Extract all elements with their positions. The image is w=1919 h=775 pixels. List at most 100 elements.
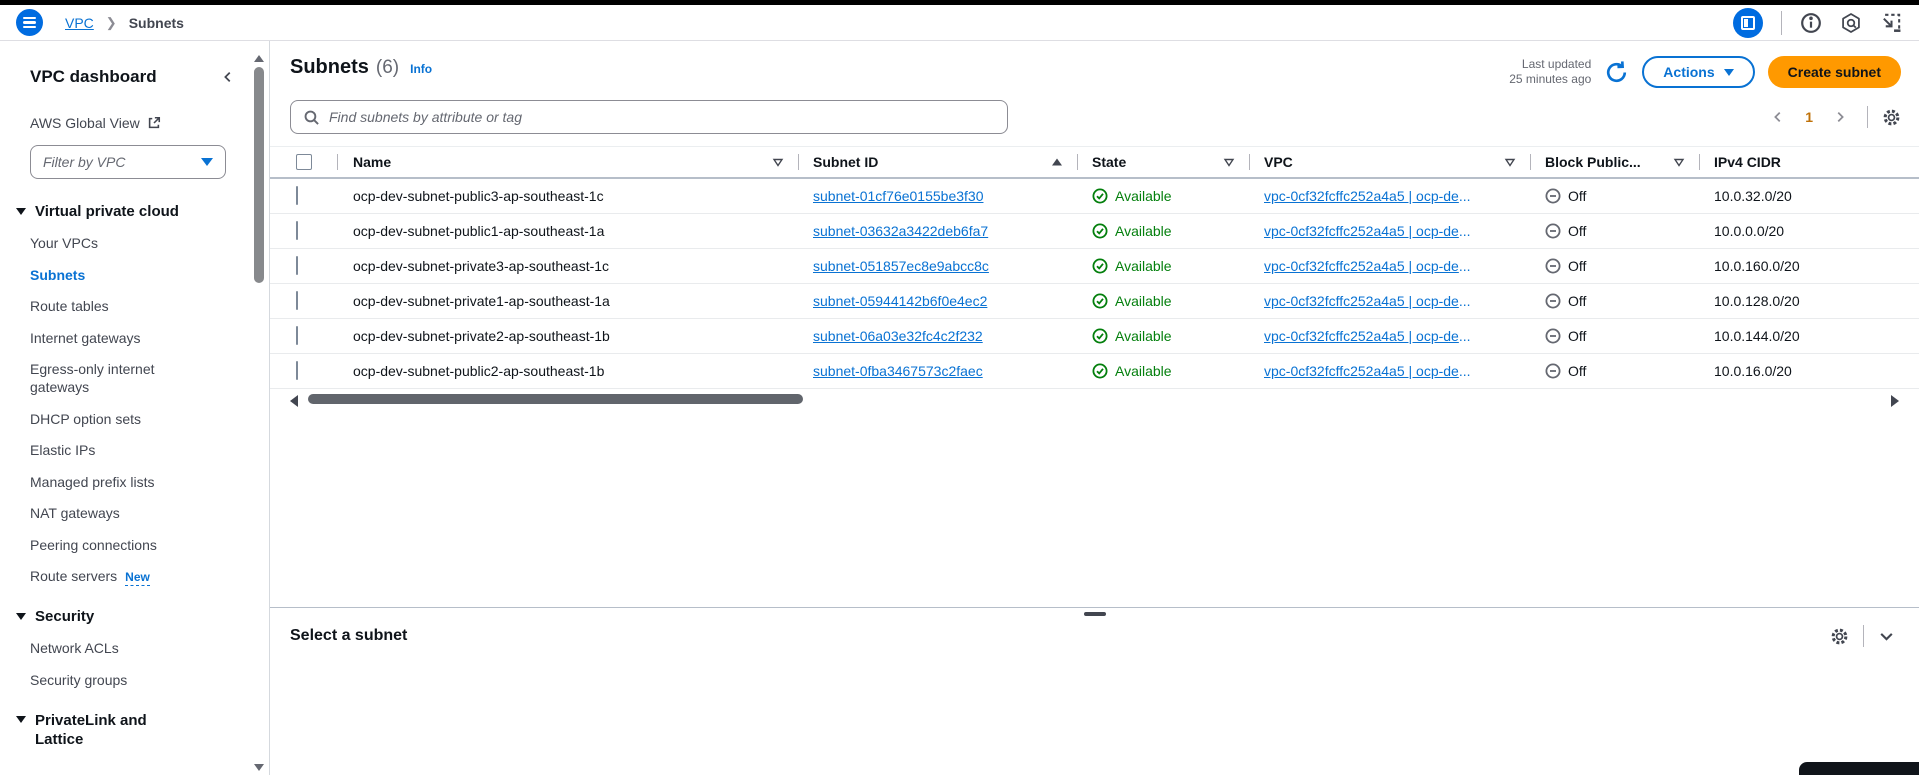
available-status-icon — [1092, 293, 1108, 309]
sidebar-item-managed-prefix-lists[interactable]: Managed prefix lists — [30, 473, 190, 491]
table-row: ocp-dev-subnet-public1-ap-southeast-1a s… — [270, 214, 1919, 249]
section-privatelink-and-lattice[interactable]: PrivateLink and Lattice — [16, 711, 235, 749]
ipv4-cidr: 10.0.128.0/20 — [1714, 293, 1800, 309]
breadcrumb-vpc-link[interactable]: VPC — [65, 15, 94, 31]
services-menu-button[interactable] — [16, 9, 43, 36]
subnet-id-link[interactable]: subnet-051857ec8e9abcc8c — [813, 258, 989, 274]
create-subnet-button[interactable]: Create subnet — [1767, 56, 1901, 88]
info-icon — [1801, 12, 1821, 33]
column-header-name[interactable]: Name — [338, 147, 798, 177]
sidebar-scrollbar[interactable] — [253, 49, 265, 773]
cloudshell-button[interactable] — [1880, 11, 1903, 34]
sidebar-collapse-icon[interactable] — [221, 70, 235, 84]
sidebar-title: VPC dashboard — [30, 67, 157, 86]
split-panel-preferences-button[interactable] — [1830, 627, 1849, 646]
subnets-table: Name Subnet ID State VPC Block Public... — [270, 146, 1919, 409]
vpc-nav-list: Your VPCs Subnets Route tables Internet … — [30, 234, 235, 586]
row-checkbox[interactable] — [296, 256, 298, 275]
block-public-text: Off — [1568, 328, 1587, 344]
sidebar-item-network-acls[interactable]: Network ACLs — [30, 639, 190, 657]
subnet-id-link[interactable]: subnet-05944142b6f0e4ec2 — [813, 293, 987, 309]
split-panel-drag-handle[interactable] — [1083, 612, 1106, 616]
split-panel: Select a subnet — [270, 607, 1919, 775]
row-checkbox[interactable] — [296, 221, 298, 240]
amazon-q-button[interactable] — [1840, 12, 1862, 34]
vpc-link[interactable]: vpc-0cf32fcffc252a4a5 | ocp-de — [1264, 363, 1459, 379]
aws-global-view-link[interactable]: AWS Global View — [30, 115, 235, 131]
security-nav-list: Network ACLs Security groups — [30, 639, 235, 689]
state-text: Available — [1115, 188, 1172, 204]
subnet-name: ocp-dev-subnet-public1-ap-southeast-1a — [353, 223, 605, 239]
split-panel-divider — [1863, 625, 1864, 647]
breadcrumb-chevron-icon: ❯ — [105, 14, 117, 30]
column-header-block-public[interactable]: Block Public... — [1530, 147, 1699, 177]
section-virtual-private-cloud[interactable]: Virtual private cloud — [16, 203, 235, 220]
current-page[interactable]: 1 — [1797, 109, 1821, 125]
filter-by-vpc-select[interactable]: Filter by VPC — [30, 145, 226, 179]
sidebar-scrollbar-thumb[interactable] — [254, 67, 264, 283]
select-all-checkbox[interactable] — [296, 154, 312, 170]
off-status-icon — [1545, 258, 1561, 274]
section-security[interactable]: Security — [16, 608, 235, 625]
vpc-link[interactable]: vpc-0cf32fcffc252a4a5 | ocp-de — [1264, 188, 1459, 204]
truncation-ellipsis: ... — [1458, 328, 1471, 344]
vpc-link[interactable]: vpc-0cf32fcffc252a4a5 | ocp-de — [1264, 223, 1459, 239]
truncation-ellipsis: ... — [1458, 293, 1471, 309]
table-row: ocp-dev-subnet-public3-ap-southeast-1c s… — [270, 179, 1919, 214]
row-checkbox[interactable] — [296, 291, 298, 310]
column-header-ipv4-cidr[interactable]: IPv4 CIDR — [1699, 147, 1899, 177]
column-header-subnet-id[interactable]: Subnet ID — [798, 147, 1077, 177]
sidebar-item-dhcp-option-sets[interactable]: DHCP option sets — [30, 410, 190, 428]
sidebar-item-egress-only-internet-gateways[interactable]: Egress-only internet gateways — [30, 360, 190, 396]
horizontal-scrollbar-thumb[interactable] — [308, 394, 803, 404]
subnet-id-link[interactable]: subnet-03632a3422deb6fa7 — [813, 223, 988, 239]
split-panel-title: Select a subnet — [290, 627, 408, 644]
gear-icon — [1883, 109, 1900, 125]
next-page-button[interactable] — [1827, 106, 1853, 128]
previous-page-button[interactable] — [1765, 106, 1791, 128]
sidebar-item-route-servers[interactable]: Route servers New — [30, 567, 235, 586]
column-header-vpc[interactable]: VPC — [1249, 147, 1530, 177]
search-box[interactable] — [290, 100, 1008, 134]
sidebar-item-your-vpcs[interactable]: Your VPCs — [30, 234, 190, 252]
split-panel-collapse-button[interactable] — [1878, 628, 1895, 645]
scroll-down-icon[interactable] — [254, 764, 264, 771]
table-preferences-button[interactable] — [1882, 108, 1901, 127]
scroll-up-icon[interactable] — [254, 55, 264, 62]
info-button[interactable] — [1800, 12, 1822, 34]
search-input[interactable] — [329, 109, 995, 125]
pagination: 1 — [1765, 106, 1901, 128]
row-checkbox[interactable] — [296, 361, 298, 380]
vpc-link[interactable]: vpc-0cf32fcffc252a4a5 | ocp-de — [1264, 258, 1459, 274]
subnet-id-link[interactable]: subnet-06a03e32fc4c2f232 — [813, 328, 983, 344]
row-checkbox[interactable] — [296, 326, 298, 345]
page-title: Subnets — [290, 56, 369, 78]
ipv4-cidr: 10.0.160.0/20 — [1714, 258, 1800, 274]
row-checkbox[interactable] — [296, 186, 298, 205]
sidebar-item-route-tables[interactable]: Route tables — [30, 297, 190, 315]
sidebar-item-elastic-ips[interactable]: Elastic IPs — [30, 441, 190, 459]
vpc-link[interactable]: vpc-0cf32fcffc252a4a5 | ocp-de — [1264, 328, 1459, 344]
split-panel-toggle-button[interactable] — [1733, 7, 1763, 38]
sidebar-item-security-groups[interactable]: Security groups — [30, 671, 190, 689]
state-text: Available — [1115, 223, 1172, 239]
truncation-ellipsis: ... — [1458, 188, 1471, 204]
actions-button[interactable]: Actions — [1642, 56, 1755, 88]
state-text: Available — [1115, 293, 1172, 309]
sidebar-item-internet-gateways[interactable]: Internet gateways — [30, 329, 190, 347]
block-public-text: Off — [1568, 293, 1587, 309]
scroll-left-icon[interactable] — [290, 395, 298, 407]
refresh-button[interactable] — [1604, 60, 1629, 85]
scroll-right-icon[interactable] — [1891, 395, 1899, 407]
column-header-state[interactable]: State — [1077, 147, 1249, 177]
sort-ascending-icon — [1052, 158, 1062, 166]
sidebar-item-peering-connections[interactable]: Peering connections — [30, 536, 190, 554]
subnet-id-link[interactable]: subnet-01cf76e0155be3f30 — [813, 188, 983, 204]
sidebar-item-subnets[interactable]: Subnets — [30, 266, 190, 284]
subnet-id-link[interactable]: subnet-0fba3467573c2faec — [813, 363, 983, 379]
state-text: Available — [1115, 363, 1172, 379]
info-link[interactable]: Info — [410, 62, 432, 76]
vpc-link[interactable]: vpc-0cf32fcffc252a4a5 | ocp-de — [1264, 293, 1459, 309]
sidebar-item-nat-gateways[interactable]: NAT gateways — [30, 504, 190, 522]
page-header: Subnets (6) Info Last updated 25 minutes… — [270, 41, 1919, 88]
